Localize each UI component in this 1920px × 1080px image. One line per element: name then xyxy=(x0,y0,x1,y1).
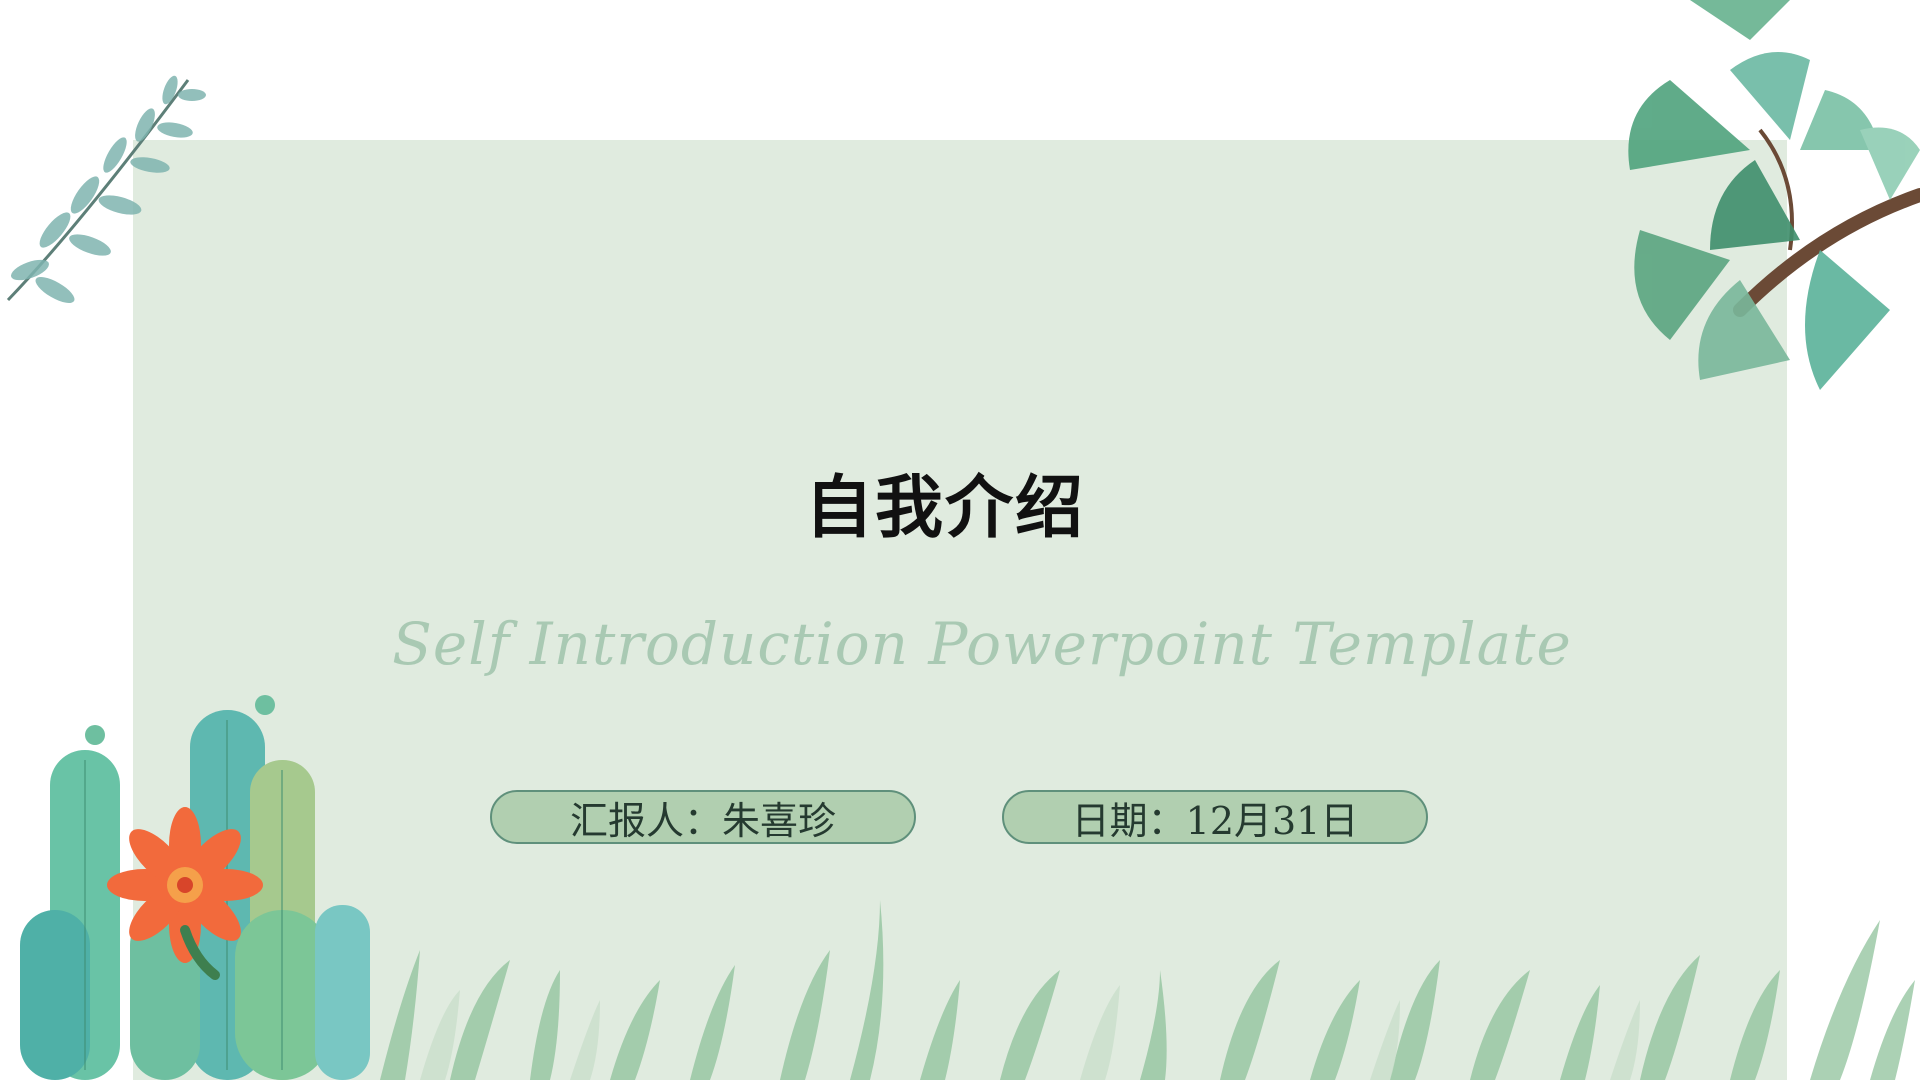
ginkgo-branch-icon xyxy=(1560,0,1920,440)
subtitle: Self Introduction Powerpoint Template xyxy=(392,610,1572,678)
eucalyptus-sprig-icon xyxy=(0,55,210,305)
reporter-badge: 汇报人：朱喜珍 xyxy=(490,790,916,844)
cactus-with-flower-icon xyxy=(10,690,380,1080)
date-label: 日期：12月31日 xyxy=(1071,798,1359,843)
grass-leaves-icon xyxy=(360,890,1920,1080)
slide: 自我介绍 Self Introduction Powerpoint Templa… xyxy=(0,0,1920,1080)
date-badge: 日期：12月31日 xyxy=(1002,790,1428,844)
reporter-label: 汇报人：朱喜珍 xyxy=(569,798,836,843)
page-title: 自我介绍 xyxy=(804,468,1085,548)
